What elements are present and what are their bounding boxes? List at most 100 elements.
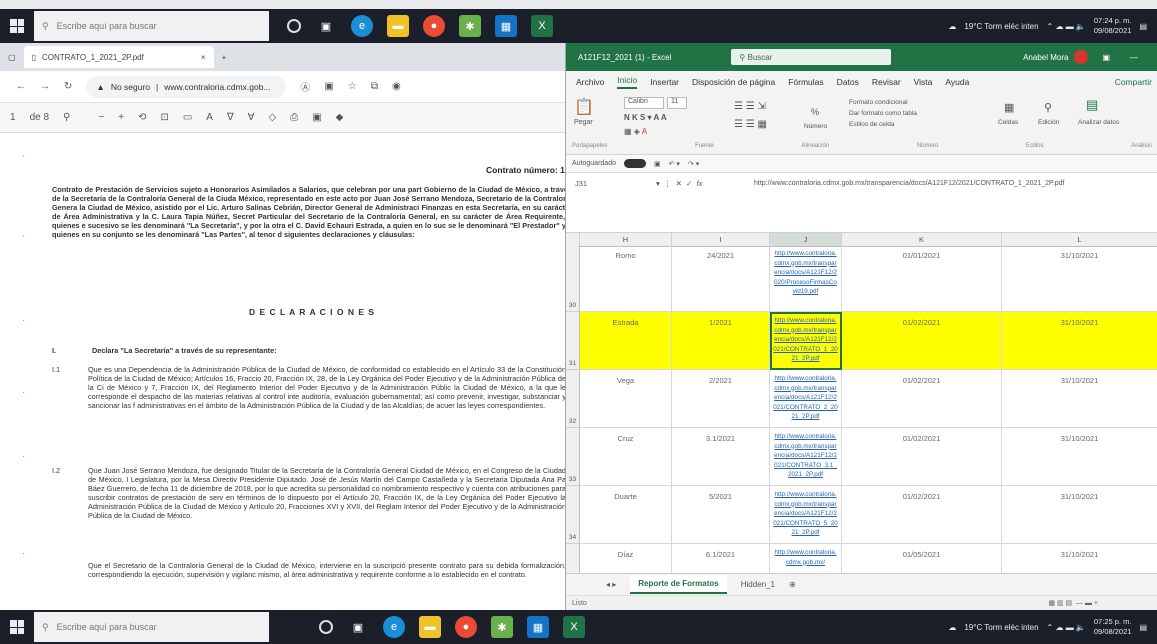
tab-datos[interactable]: Datos [837,77,859,87]
cortana-icon[interactable] [319,620,333,634]
excel-icon[interactable]: X [563,616,585,638]
erase-icon[interactable]: ◇ [269,112,277,123]
cell[interactable]: 6.1/2021 [672,544,770,573]
tab-insertar[interactable]: Insertar [650,77,679,87]
tab-vista[interactable]: Vista [914,77,933,87]
explorer-icon[interactable]: ▬ [419,616,441,638]
highlight-icon[interactable]: ∀ [248,112,255,123]
hyperlink-cell[interactable]: http://www.contraloria.cdmx.gob.mx/trans… [770,428,842,486]
close-tab-icon[interactable]: × [201,53,206,62]
collections-icon[interactable]: ⧉ [371,81,378,92]
profile-icon[interactable]: ◉ [392,81,401,92]
notification-icon[interactable]: ▤ [1139,22,1147,31]
draw-icon[interactable]: ∇ [227,112,234,123]
row-header[interactable]: 31 [566,312,580,370]
cell[interactable]: 01/05/2021 [842,544,1002,573]
fit-icon[interactable]: ⊡ [160,112,168,123]
tray-icons[interactable]: ⌃ ☁ ▬ 🔈 [1047,22,1086,31]
name-box[interactable]: J31 [572,179,642,193]
print-icon[interactable]: ⎙ [290,112,298,123]
zoom-in-icon[interactable]: + [118,112,124,123]
sheet-tab-active[interactable]: Reporte de Formatos [630,575,727,594]
cell[interactable]: Romo [580,245,672,312]
redo-icon[interactable]: ↷ ▾ [688,160,699,168]
store-icon[interactable]: ▦ [495,15,517,37]
tab-inicio[interactable]: Inicio [617,75,638,89]
weather-text[interactable]: 19°C Torm eléc inten [964,22,1038,31]
page-view-icon[interactable]: ▭ [183,112,192,123]
refresh-icon[interactable]: ↻ [64,81,72,92]
ribbon-display-icon[interactable]: ▣ [1102,53,1110,62]
cell[interactable]: 1/2021 [672,312,770,370]
align-icons-2[interactable]: ☰ ☰ ▦ [734,119,767,130]
percent-icon[interactable]: % [811,107,819,117]
minimize-icon[interactable]: — [1130,53,1138,62]
conditional-format[interactable]: Formato condicional [849,97,917,108]
hyperlink-cell[interactable]: http://www.contraloria.cdmx.gob.mx/trans… [770,486,842,544]
autosave-toggle[interactable] [623,159,646,168]
row-header[interactable]: 33 [566,428,580,486]
cell[interactable]: 31/10/2021 [1002,245,1157,312]
start-button[interactable] [0,9,34,43]
spreadsheet-grid[interactable]: H I J K L 30 Romo 24/2021 http://www.contra… [566,233,1157,573]
save-icon[interactable]: ▣ [654,160,661,168]
favorite-icon[interactable]: ☆ [348,81,357,92]
formula-icons[interactable]: ▾ ⋮ ✕ ✓ fx [656,179,702,188]
row-header[interactable]: 32 [566,370,580,428]
view-icons[interactable]: ▦ ▥ ▤ — ▬ + [1048,599,1098,607]
sheet-tab[interactable]: Hidden_1 [741,580,775,589]
chrome-icon[interactable]: ● [455,616,477,638]
font-size-box[interactable]: 11 [667,97,687,109]
edge-icon[interactable]: e [383,616,405,638]
border-fill-icon[interactable]: ▦ ◈ A [624,127,647,136]
sheet-nav-icon[interactable]: ◂ ▸ [606,580,616,589]
task-view-icon[interactable]: ▣ [347,616,369,638]
paste-label[interactable]: Pegar [574,119,593,126]
address-bar[interactable]: ▲ No seguro | www.contraloria.cdmx.gob..… [86,75,287,98]
browser-tab[interactable]: ▯ CONTRATO_1_2021_2P.pdf × [23,46,214,68]
user-name[interactable]: Anabel Mora [1023,53,1068,62]
save-icon[interactable]: ▣ [312,112,321,123]
cell[interactable]: 01/01/2021 [842,245,1002,312]
analyze-icon[interactable]: ▤ [1086,97,1098,113]
cell[interactable]: 31/10/2021 [1002,544,1157,573]
tray-icons[interactable]: ⌃ ☁ ▬ 🔈 [1047,623,1086,632]
tab-archivo[interactable]: Archivo [576,77,604,87]
paste-icon[interactable]: 📋 [574,97,594,117]
cell[interactable]: 2/2021 [672,370,770,428]
cell[interactable]: Cruz [580,428,672,486]
cell-styles[interactable]: Estilos de celda [849,119,917,130]
rotate-icon[interactable]: ⟲ [138,112,146,123]
task-view-icon[interactable]: ▣ [315,15,337,37]
app-icon[interactable]: ✱ [459,15,481,37]
pin-icon[interactable]: ◆ [336,112,344,123]
tab-ayuda[interactable]: Ayuda [945,77,969,87]
weather-text[interactable]: 19°C Torm eléc inten [964,623,1038,632]
add-sheet-icon[interactable]: ⊕ [789,580,796,589]
cell[interactable]: 01/02/2021 [842,428,1002,486]
cells-icon[interactable]: ▦ [1004,101,1014,114]
cell[interactable]: 01/02/2021 [842,486,1002,544]
cortana-icon[interactable] [287,19,301,33]
hyperlink-cell[interactable]: http://www.contraloria.cdmx.gob.mx/trans… [770,245,842,312]
cell[interactable]: 31/10/2021 [1002,428,1157,486]
cell[interactable]: Díaz [580,544,672,573]
taskbar-search[interactable]: ⚲ Escribe aquí para buscar [34,11,269,41]
cell[interactable]: Vega [580,370,672,428]
share-button[interactable]: Compartir [1115,77,1152,87]
chrome-icon[interactable]: ● [423,15,445,37]
align-icons[interactable]: ☰ ☰ ⇲ [734,101,766,112]
cell[interactable]: 31/10/2021 [1002,312,1157,370]
cell[interactable]: 31/10/2021 [1002,370,1157,428]
taskbar-search[interactable]: ⚲ Escribe aquí para buscar [34,612,269,642]
format-buttons[interactable]: N K S ▾ A A [624,113,667,122]
cell[interactable]: 31/10/2021 [1002,486,1157,544]
tab-disposicion[interactable]: Disposición de página [692,77,775,87]
excel-search[interactable]: ⚲ Buscar [731,49,892,65]
zoom-out-icon[interactable]: − [98,112,104,123]
cell[interactable]: 01/02/2021 [842,370,1002,428]
start-button[interactable] [0,610,34,644]
tab-revisar[interactable]: Revisar [872,77,901,87]
cell[interactable]: 5/2021 [672,486,770,544]
read-aloud-pdf-icon[interactable]: A [206,112,213,123]
